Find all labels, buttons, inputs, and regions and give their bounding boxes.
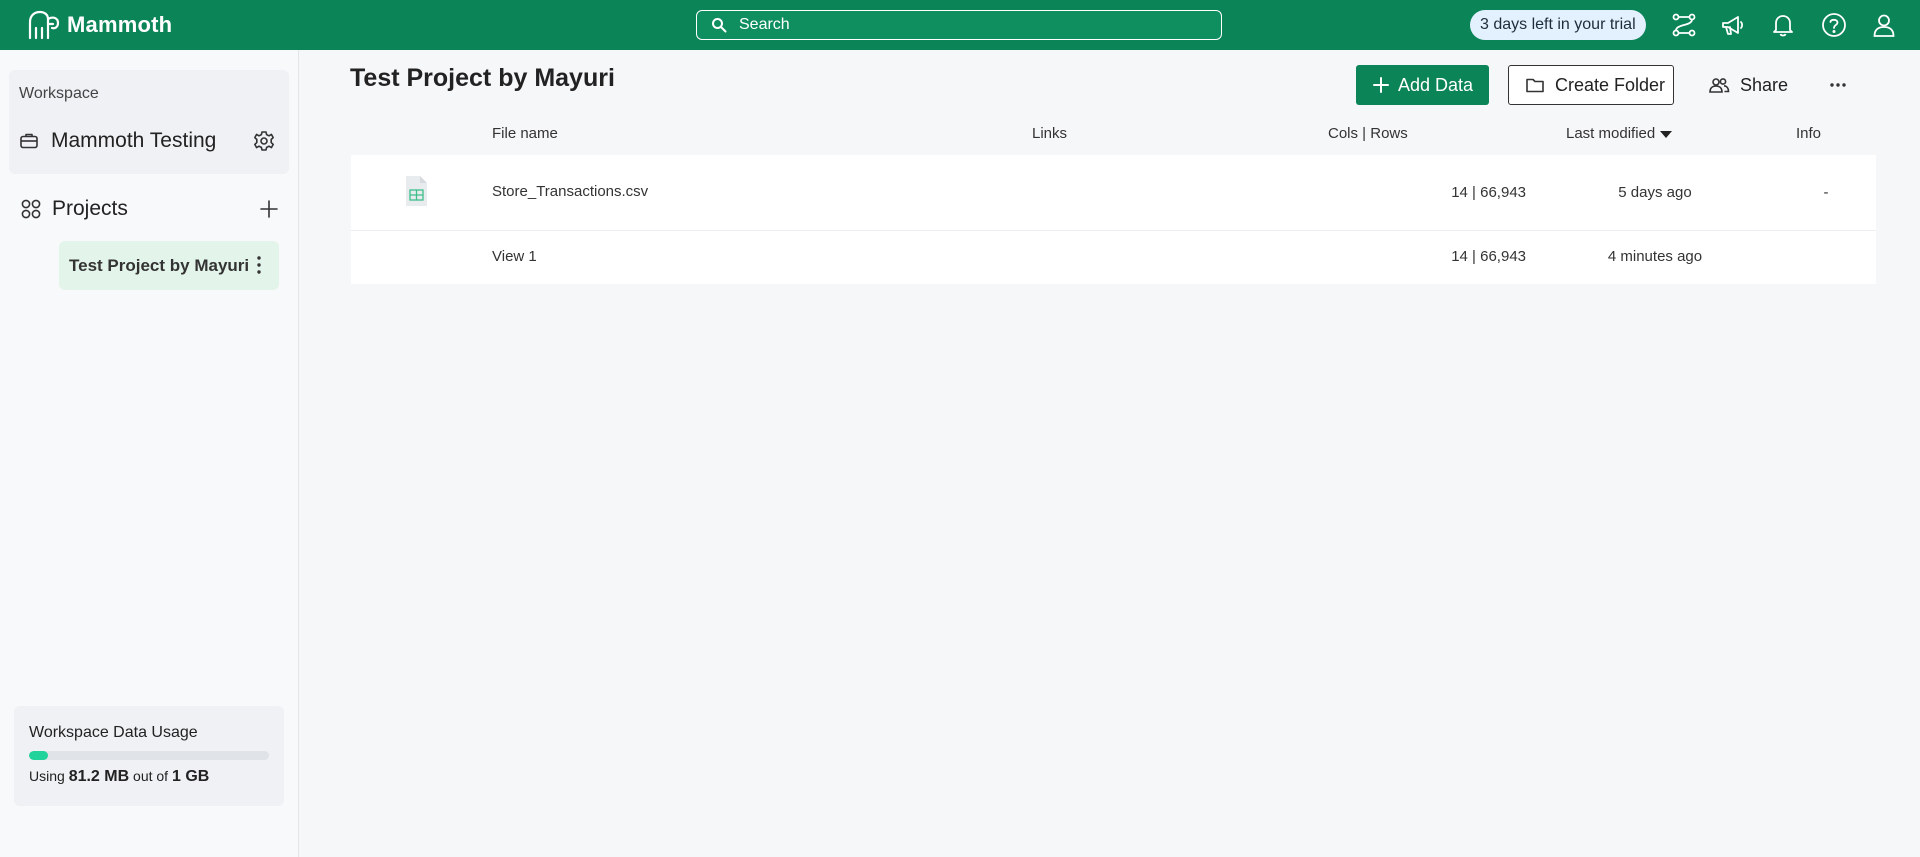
usage-total: 1 GB	[171, 768, 210, 785]
create-folder-button[interactable]: Create Folder	[1508, 65, 1674, 105]
usage-progress-bar	[29, 751, 269, 760]
share-button[interactable]: Share	[1708, 65, 1828, 105]
page-title: Test Project by Mayuri	[350, 64, 615, 92]
workflow-icon	[1672, 13, 1696, 37]
usage-text: Using 81.2 MB out of 1 GB	[29, 768, 209, 786]
workflow-button[interactable]	[1670, 11, 1698, 39]
projects-icon	[21, 199, 41, 219]
plus-icon	[1373, 77, 1389, 93]
usage-middle: out of	[133, 768, 169, 784]
project-item-label: Test Project by Mayuri	[69, 255, 250, 275]
notifications-button[interactable]	[1769, 11, 1797, 39]
share-label: Share	[1740, 74, 1789, 95]
usage-title: Workspace Data Usage	[29, 724, 198, 741]
usage-used: 81.2 MB	[68, 768, 130, 785]
share-users-icon	[1709, 78, 1730, 93]
workspace-selector[interactable]: Mammoth Testing	[19, 126, 281, 156]
data-usage-card: Workspace Data Usage Using 81.2 MB out o…	[14, 706, 284, 806]
cols-rows-cell: 14 | 66,943	[1451, 248, 1526, 265]
column-header-info[interactable]: Info	[1796, 125, 1821, 142]
projects-label: Projects	[52, 197, 128, 220]
profile-button[interactable]	[1870, 11, 1898, 39]
more-icon	[1830, 83, 1846, 87]
trial-badge[interactable]: 3 days left in your trial	[1470, 10, 1646, 40]
search-input[interactable]: Search	[696, 10, 1222, 40]
megaphone-icon	[1722, 16, 1744, 35]
app-name: Mammoth	[67, 12, 173, 37]
help-icon	[1822, 13, 1846, 37]
column-header-links[interactable]: Links	[1032, 125, 1067, 142]
top-bar: Mammoth Search 3 days left in your trial	[0, 0, 1920, 50]
table-row[interactable]: View 1 14 | 66,943 4 minutes ago	[351, 231, 1876, 284]
file-name-cell[interactable]: View 1	[492, 248, 537, 265]
table-row[interactable]: Store_Transactions.csv 14 | 66,943 5 day…	[351, 155, 1876, 231]
last-modified-cell: 5 days ago	[1618, 184, 1692, 201]
announcements-button[interactable]	[1719, 11, 1747, 39]
search-placeholder: Search	[739, 16, 790, 33]
search-icon	[712, 18, 727, 33]
workspace-label: Workspace	[19, 85, 99, 102]
column-header-cols-rows[interactable]: Cols | Rows	[1328, 125, 1408, 142]
sort-down-icon	[1660, 130, 1673, 138]
folder-icon	[1526, 78, 1544, 93]
projects-header: Projects	[20, 192, 280, 226]
sidebar: Workspace Mammoth Testing Projects Test …	[0, 50, 299, 857]
help-button[interactable]	[1820, 11, 1848, 39]
briefcase-icon	[20, 133, 38, 149]
create-folder-label: Create Folder	[1555, 74, 1666, 95]
csv-file-icon	[406, 176, 427, 206]
mammoth-logo-icon	[28, 10, 60, 40]
user-icon	[1873, 14, 1895, 37]
kebab-icon[interactable]	[249, 254, 269, 276]
plus-icon[interactable]	[258, 198, 280, 220]
file-name-cell[interactable]: Store_Transactions.csv	[492, 183, 648, 200]
app-logo[interactable]: Mammoth	[27, 10, 172, 40]
column-header-last-modified[interactable]: Last modified	[1566, 125, 1673, 142]
workspace-name: Mammoth Testing	[51, 129, 217, 152]
column-header-file-name[interactable]: File name	[492, 125, 558, 142]
sidebar-item-test-project[interactable]: Test Project by Mayuri	[59, 241, 279, 290]
last-modified-cell: 4 minutes ago	[1607, 248, 1703, 265]
more-actions-button[interactable]	[1825, 65, 1851, 105]
gear-icon[interactable]	[253, 130, 275, 152]
add-data-label: Add Data	[1398, 74, 1474, 95]
workspace-card: Workspace Mammoth Testing	[9, 70, 289, 174]
cols-rows-cell: 14 | 66,943	[1451, 184, 1526, 201]
add-data-button[interactable]: Add Data	[1356, 65, 1489, 105]
usage-prefix: Using	[29, 768, 65, 784]
bell-icon	[1773, 15, 1793, 37]
file-table: Store_Transactions.csv 14 | 66,943 5 day…	[351, 155, 1876, 284]
info-cell: -	[1823, 184, 1829, 201]
last-modified-label: Last modified	[1566, 125, 1656, 142]
usage-progress-fill	[29, 751, 48, 760]
